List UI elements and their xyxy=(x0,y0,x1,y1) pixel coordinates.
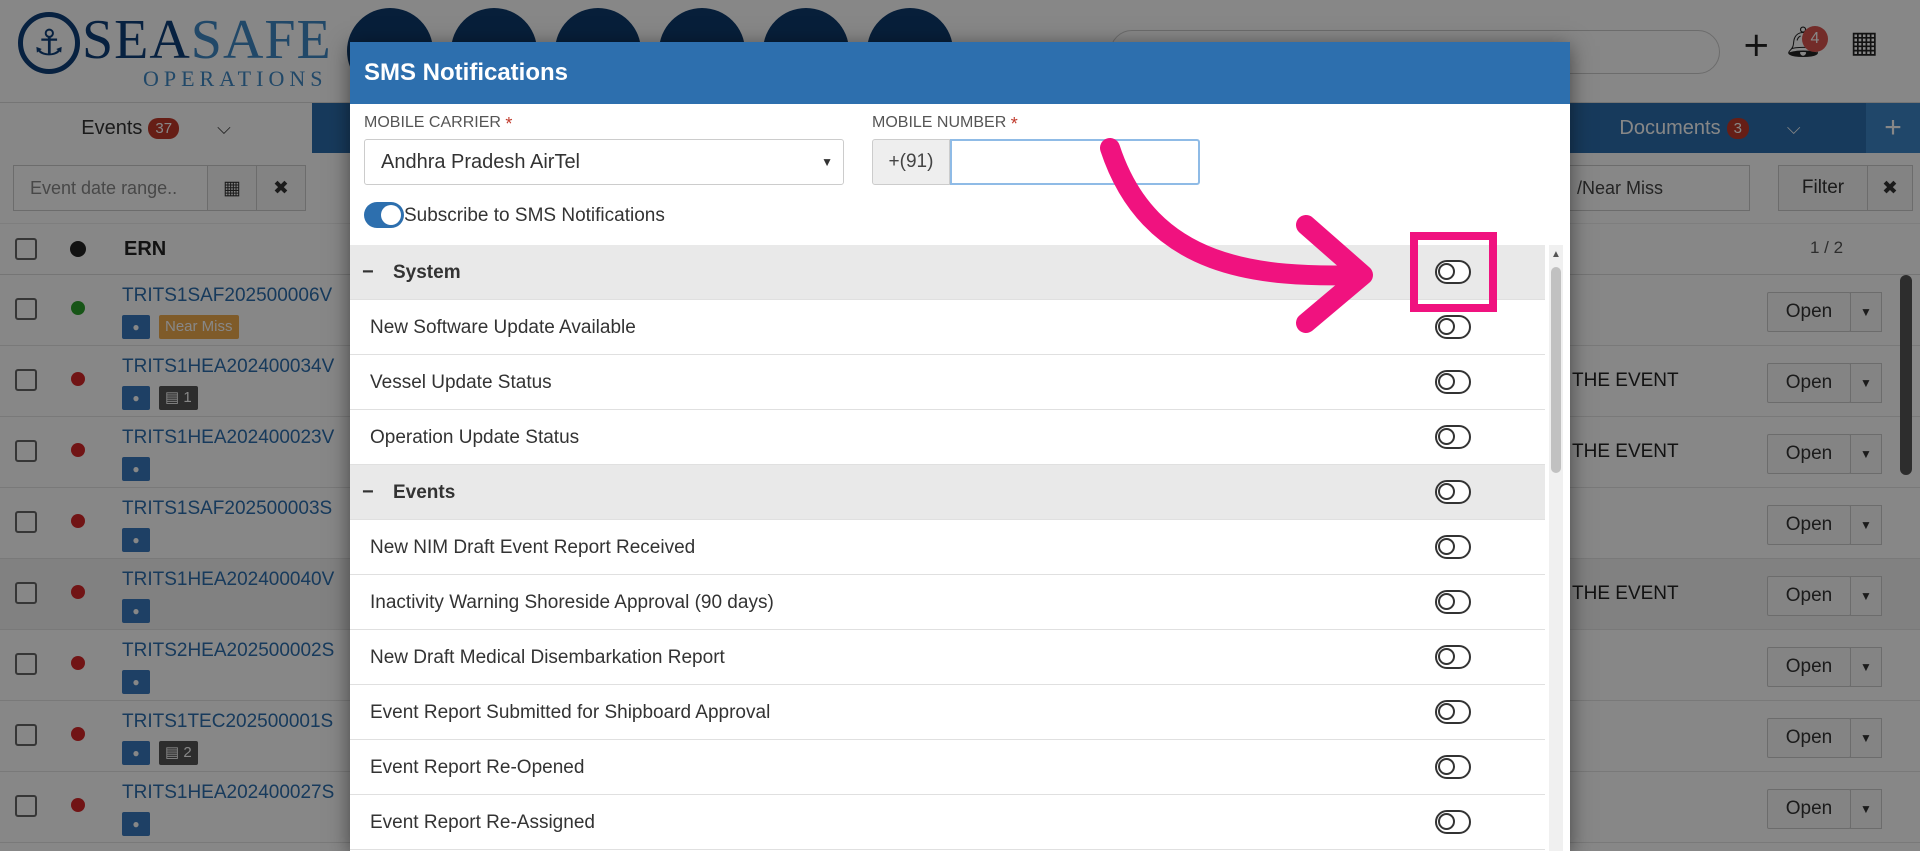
toggle-knob xyxy=(1438,758,1455,775)
notification-label: Event Report Re-Assigned xyxy=(370,812,595,833)
mobile-carrier-label: MOBILE CARRIER * xyxy=(364,114,512,135)
notification-toggle[interactable] xyxy=(1435,535,1471,559)
mobile-carrier-label-text: MOBILE CARRIER xyxy=(364,114,501,131)
notification-row: Inactivity Warning Shoreside Approval (9… xyxy=(350,575,1545,630)
notification-row: Event Report Re-Assigned xyxy=(350,795,1545,850)
notification-row: Event Report Re-Opened xyxy=(350,740,1545,795)
collapse-icon[interactable]: − xyxy=(362,245,374,300)
toggle-knob xyxy=(1438,593,1455,610)
toggle-knob xyxy=(1438,318,1455,335)
notification-label: New Software Update Available xyxy=(370,317,636,338)
required-mark: * xyxy=(1010,114,1018,134)
section-header[interactable]: − System xyxy=(350,245,1545,300)
notification-label: New Draft Medical Disembarkation Report xyxy=(370,647,725,668)
section-header[interactable]: − Events xyxy=(350,465,1545,520)
scroll-up-icon[interactable]: ▲ xyxy=(1551,249,1561,260)
toggle-knob xyxy=(1438,648,1455,665)
sms-notifications-dialog: SMS Notifications MOBILE CARRIER * Andhr… xyxy=(350,42,1570,851)
notification-label: System xyxy=(393,262,461,283)
notification-row: New Software Update Available xyxy=(350,300,1545,355)
notification-label: Event Report Re-Opened xyxy=(370,757,585,778)
subscribe-sms-toggle[interactable] xyxy=(364,202,404,228)
subscribe-sms-label[interactable]: Subscribe to SMS Notifications xyxy=(404,205,665,227)
notification-toggle[interactable] xyxy=(1435,315,1471,339)
mobile-number-label-text: MOBILE NUMBER xyxy=(872,114,1007,131)
mobile-number-label: MOBILE NUMBER * xyxy=(872,114,1018,135)
notification-settings-list: − System New Software Update Available Vess… xyxy=(350,245,1545,851)
notification-label: Operation Update Status xyxy=(370,427,580,448)
toggle-knob xyxy=(1438,813,1455,830)
notification-row: New NIM Draft Event Report Received xyxy=(350,520,1545,575)
notification-toggle[interactable] xyxy=(1435,480,1471,504)
toggle-knob xyxy=(1438,703,1455,720)
notification-toggle[interactable] xyxy=(1435,590,1471,614)
collapse-icon[interactable]: − xyxy=(362,465,374,520)
dropdown-caret-icon: ▼ xyxy=(821,155,833,169)
notification-toggle[interactable] xyxy=(1435,755,1471,779)
notification-label: Inactivity Warning Shoreside Approval (9… xyxy=(370,592,774,613)
dialog-title: SMS Notifications xyxy=(350,42,1570,104)
dialog-scrollbar[interactable]: ▲ xyxy=(1549,245,1563,851)
notification-label: Vessel Update Status xyxy=(370,372,552,393)
notification-toggle[interactable] xyxy=(1435,425,1471,449)
notification-toggle[interactable] xyxy=(1435,700,1471,724)
toggle-knob xyxy=(1438,538,1455,555)
toggle-knob xyxy=(1438,373,1455,390)
notification-row: Vessel Update Status xyxy=(350,355,1545,410)
mobile-carrier-value: Andhra Pradesh AirTel xyxy=(381,151,581,173)
toggle-knob xyxy=(381,205,401,225)
notification-toggle[interactable] xyxy=(1435,370,1471,394)
country-code-addon: +(91) xyxy=(872,139,950,185)
notification-label: Event Report Submitted for Shipboard App… xyxy=(370,702,771,723)
notification-row: Operation Update Status xyxy=(350,410,1545,465)
notification-row: Event Report Submitted for Shipboard App… xyxy=(350,685,1545,740)
toggle-knob xyxy=(1438,428,1455,445)
annotation-highlight-box xyxy=(1410,232,1497,312)
notification-row: New Draft Medical Disembarkation Report xyxy=(350,630,1545,685)
mobile-carrier-select[interactable]: Andhra Pradesh AirTel ▼ xyxy=(364,139,844,185)
notification-label: New NIM Draft Event Report Received xyxy=(370,537,696,558)
notification-label: Events xyxy=(393,482,456,503)
notification-toggle[interactable] xyxy=(1435,645,1471,669)
required-mark: * xyxy=(505,114,513,134)
mobile-number-input[interactable] xyxy=(950,139,1200,185)
notification-toggle[interactable] xyxy=(1435,810,1471,834)
toggle-knob xyxy=(1438,483,1455,500)
scrollbar-thumb[interactable] xyxy=(1551,267,1561,473)
